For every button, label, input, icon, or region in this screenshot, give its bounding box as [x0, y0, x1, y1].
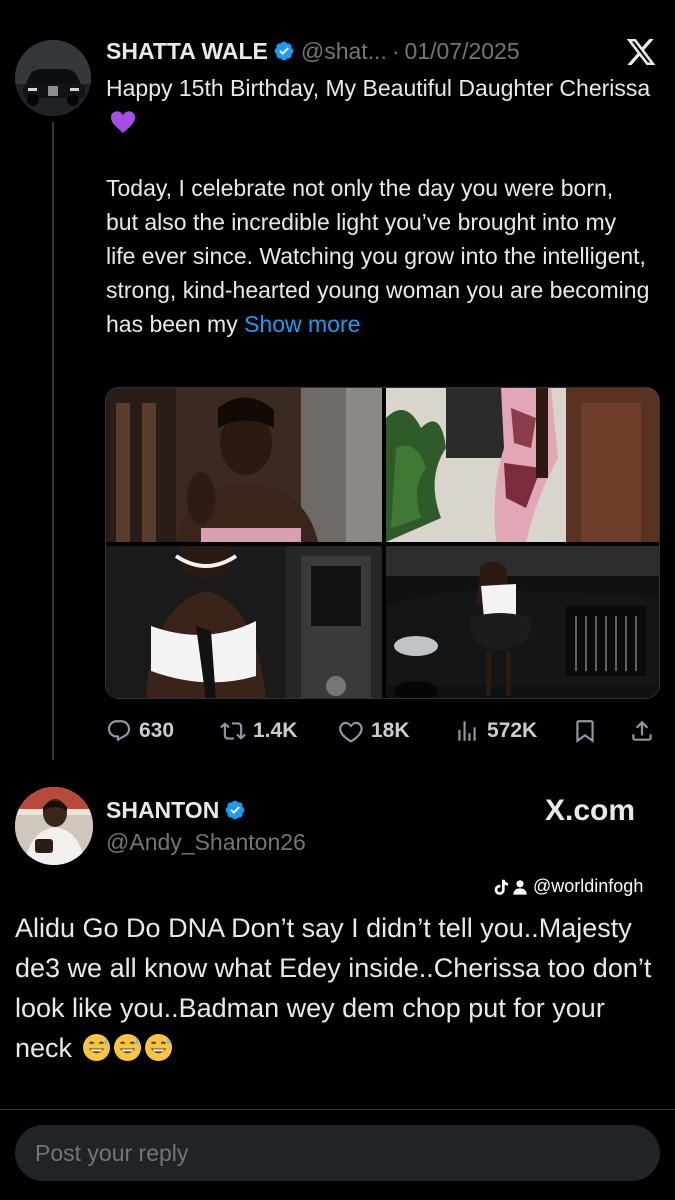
views-count: 572K — [487, 719, 538, 742]
post-text-line1: Happy 15th Birthday, My Beautiful Daught… — [106, 75, 651, 101]
photo-4[interactable] — [386, 546, 659, 698]
verified-badge-icon — [224, 799, 246, 821]
separator-dot: · — [391, 37, 400, 64]
repost-button[interactable]: 1.4K — [220, 713, 297, 749]
divider — [0, 1109, 675, 1110]
post-header: SHATTA WALE @shat... · 01/07/2025 — [106, 36, 520, 66]
verified-badge-icon — [273, 40, 295, 62]
post-date[interactable]: 01/07/2025 — [405, 38, 520, 65]
tweet-screenshot: SHATTA WALE @shat... · 01/07/2025 Happy … — [0, 0, 675, 1200]
share-icon — [632, 720, 652, 741]
views-chart-icon — [458, 721, 476, 741]
photo-2[interactable] — [386, 388, 659, 542]
grinning-sweat-emoji-icon — [82, 1033, 111, 1062]
tiktok-icon — [494, 879, 509, 895]
reply-text: Alidu Go Do DNA Don’t say I didn’t tell … — [15, 908, 665, 1068]
xcom-label: X.com — [545, 794, 636, 827]
author-avatar[interactable] — [15, 40, 91, 116]
views-button[interactable]: 572K — [454, 713, 537, 749]
reply-author-header: SHANTON — [106, 795, 246, 825]
reply-composer — [15, 1125, 660, 1181]
like-button[interactable]: 18K — [338, 713, 410, 749]
author-handle[interactable]: @shat... — [301, 38, 387, 65]
photo-3[interactable] — [106, 546, 382, 698]
reply-count: 630 — [139, 719, 175, 742]
media-grid — [105, 387, 660, 699]
action-bar: 630 1.4K 18K 572K — [106, 713, 658, 749]
heart-icon — [339, 721, 363, 743]
reply-input[interactable] — [15, 1125, 660, 1181]
photo-1[interactable] — [106, 388, 382, 542]
user-icon — [513, 879, 527, 895]
post-text-paragraph: Today, I celebrate not only the day you … — [106, 175, 650, 337]
share-button[interactable] — [629, 713, 655, 749]
thread-line — [52, 122, 54, 760]
reply-button[interactable]: 630 — [106, 713, 174, 749]
grinning-sweat-emoji-icon — [144, 1033, 173, 1062]
reply-author-name[interactable]: SHANTON — [106, 797, 219, 824]
reply-author-avatar[interactable] — [15, 787, 93, 865]
author-name[interactable]: SHATTA WALE — [106, 38, 268, 65]
repost-icon — [220, 722, 246, 740]
reply-icon — [107, 720, 131, 742]
show-more-link[interactable]: Show more — [244, 311, 360, 337]
watermark-text: @worldinfogh — [533, 876, 644, 896]
bookmark-button[interactable] — [572, 713, 598, 749]
purple-heart-icon — [110, 109, 136, 133]
repost-count: 1.4K — [253, 719, 298, 742]
grinning-sweat-emoji-icon — [113, 1033, 142, 1062]
watermark: @worldinfogh — [493, 876, 643, 897]
reply-author-handle[interactable]: @Andy_Shanton26 — [106, 829, 306, 856]
like-count: 18K — [371, 719, 410, 742]
x-logo-icon — [624, 36, 658, 68]
bookmark-icon — [576, 720, 594, 743]
post-text: Happy 15th Birthday, My Beautiful Daught… — [106, 71, 651, 341]
